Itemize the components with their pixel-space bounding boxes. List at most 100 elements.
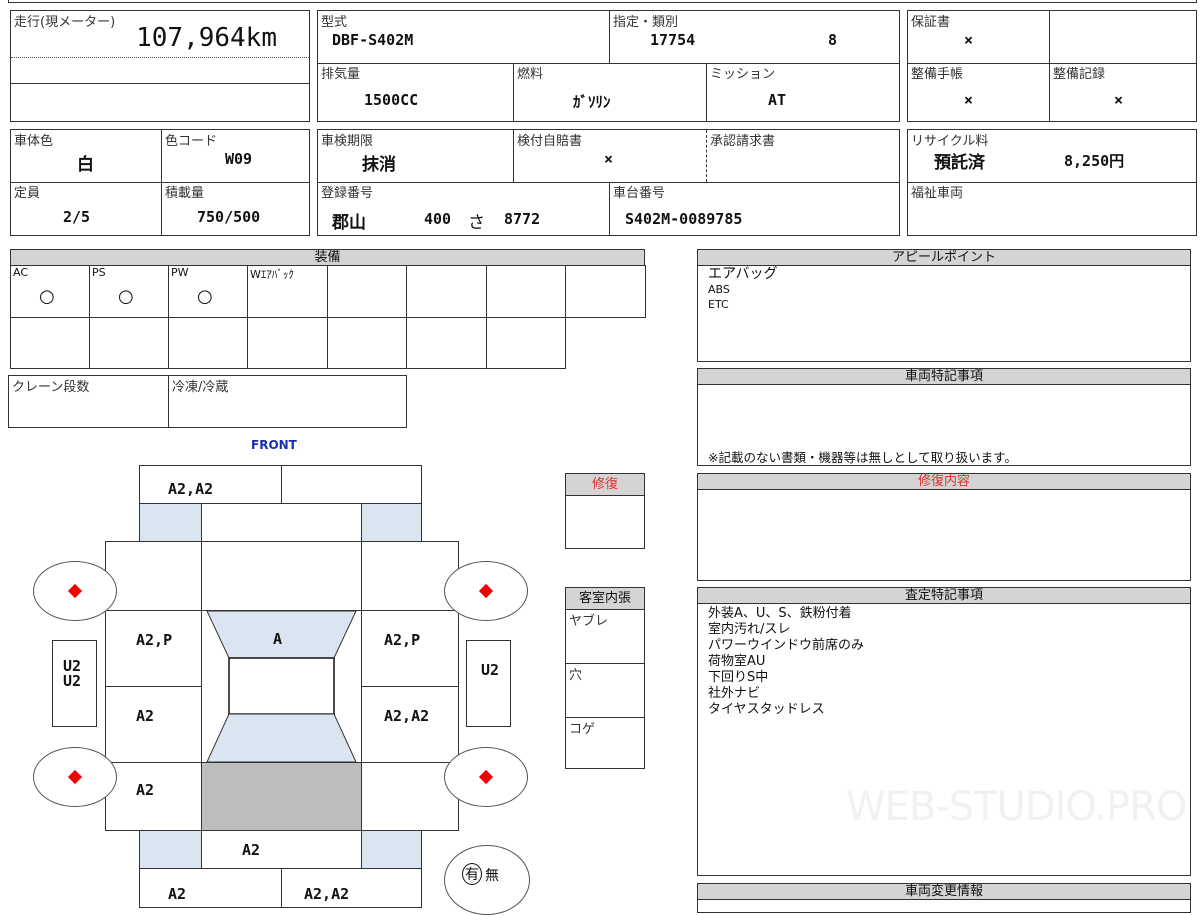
right-step[interactable]: U2 <box>466 640 511 727</box>
inspection-label: 車検期限 <box>321 134 374 149</box>
repair-details: 修復内容 <box>697 473 1191 581</box>
maint-record-value: × <box>1114 91 1124 109</box>
windshield-mark: A <box>273 630 283 648</box>
chassis-label: 車台番号 <box>613 186 666 201</box>
front-left-corner[interactable] <box>139 503 202 542</box>
equipment-cell: Wｴｱﾊﾞｯｸ <box>247 265 328 318</box>
repair-header: 修復 <box>566 474 644 496</box>
warranty-value: × <box>964 31 974 49</box>
assessment-header: 査定特記事項 <box>698 588 1190 604</box>
crane-fridge-box: クレーン段数 冷凍/冷蔵 <box>8 375 407 428</box>
interior-header: 客室内張 <box>566 588 644 610</box>
spare-tire-indicator: 有 無 <box>444 845 530 915</box>
mileage-value: 107,964km <box>136 23 277 53</box>
repair-box: 修復 <box>565 473 645 549</box>
load-label: 積載量 <box>165 186 205 201</box>
hood[interactable] <box>201 541 362 611</box>
registration-class: 400 <box>424 210 452 228</box>
equipment-cell <box>247 317 328 369</box>
assessment-line: 下回りS中 <box>708 670 769 685</box>
color-label: 車体色 <box>14 134 54 149</box>
rear-bumper-left[interactable]: A2 <box>139 868 282 908</box>
approval-label: 承認請求書 <box>710 134 776 149</box>
left-front-door[interactable]: A2,P <box>105 610 202 687</box>
interior-tear: ヤブレ <box>569 614 609 629</box>
load-value: 750/500 <box>197 208 261 226</box>
documents-box: 保証書 × 整備手帳 × 整備記録 × <box>907 10 1197 122</box>
recycle-status: 預託済 <box>934 153 985 173</box>
equipment-label: AC <box>13 266 29 279</box>
equipment-cell: PS ○ <box>89 265 169 318</box>
right-front-door[interactable]: A2,P <box>361 610 459 687</box>
rear-panel[interactable]: A2 <box>201 830 362 869</box>
assessment-line: パワーウインドウ前席のみ <box>708 638 865 653</box>
wheel-marker-icon <box>67 583 83 599</box>
spare-no: 無 <box>485 868 499 884</box>
spare-yes: 有 <box>462 863 482 885</box>
color-capacity-box: 車体色 白 色コード W09 定員 2/5 積載量 750/500 <box>10 129 310 236</box>
equipment-cell <box>168 317 248 369</box>
wheel-front-left[interactable] <box>33 561 117 621</box>
designation-value-2: 8 <box>828 31 838 49</box>
insurance-value: × <box>604 150 614 168</box>
front-bumper-right[interactable] <box>281 465 422 504</box>
interior-hole: 穴 <box>569 668 583 683</box>
designation-value-1: 17754 <box>650 31 696 49</box>
designation-label: 指定・類別 <box>613 15 679 30</box>
left-step[interactable]: U2 U2 <box>52 640 97 727</box>
equipment-value: ○ <box>39 286 55 307</box>
left-quarter[interactable]: A2 <box>105 762 202 831</box>
front-bumper-left[interactable]: A2,A2 <box>139 465 282 504</box>
assessment-line: 社外ナビ <box>708 686 761 701</box>
registration-kana: さ <box>468 213 485 233</box>
model-label: 型式 <box>321 15 348 30</box>
recycle-amount: 8,250円 <box>1064 152 1125 170</box>
assessment-line: 室内汚れ/スレ <box>708 622 791 637</box>
interior-box: 客室内張 ヤブレ 穴 コゲ <box>565 587 645 769</box>
equipment-cell <box>89 317 169 369</box>
capacity-label: 定員 <box>14 186 41 201</box>
model-value: DBF-S402M <box>332 31 414 49</box>
change-info: 車両変更情報 <box>697 883 1191 913</box>
fuel-label: 燃料 <box>517 67 544 82</box>
fridge-label: 冷凍/冷蔵 <box>172 380 229 395</box>
recycle-label: リサイクル料 <box>911 134 989 149</box>
chassis-value: S402M-0089785 <box>625 210 743 228</box>
equipment-value: ○ <box>118 286 134 307</box>
rear-bumper-right[interactable]: A2,A2 <box>281 868 422 908</box>
equipment-label: PW <box>171 266 189 279</box>
wheel-rear-right[interactable] <box>444 747 528 807</box>
warranty-label: 保証書 <box>911 15 951 30</box>
color-value: 白 <box>77 155 94 175</box>
vehicle-notes: 車両特記事項 ※記載のない書類・機器等は無しとして取り扱います。 <box>697 368 1191 466</box>
equipment-cell <box>327 265 407 318</box>
crane-label: クレーン段数 <box>12 380 90 395</box>
equipment-label: PS <box>92 266 106 279</box>
transmission-label: ミッション <box>710 67 776 82</box>
wheel-front-right[interactable] <box>444 561 528 621</box>
rear-right-corner[interactable] <box>361 830 422 869</box>
right-front-fender[interactable] <box>361 541 459 611</box>
equipment-table: 装備 AC ○ PS ○ PW ○ Wｴｱﾊﾞｯｸ <box>10 249 646 369</box>
equipment-cell: AC ○ <box>10 265 90 318</box>
wheel-rear-left[interactable] <box>33 747 117 807</box>
left-rear-door[interactable]: A2 <box>105 686 202 763</box>
vehicle-notes-header: 車両特記事項 <box>698 369 1190 385</box>
registration-box: 車検期限 抹消 検付自賠書 × 承認請求書 登録番号 郡山 400 さ 8772… <box>317 129 900 236</box>
right-rear-door[interactable]: A2,A2 <box>361 686 459 763</box>
maint-book-value: × <box>964 91 974 109</box>
registration-region: 郡山 <box>332 213 366 233</box>
assessment-line: 外装A、U、S、鉄粉付着 <box>708 606 852 621</box>
maint-record-label: 整備記録 <box>1053 67 1106 82</box>
insurance-label: 検付自賠書 <box>517 134 583 149</box>
appeal-header: アピールポイント <box>698 250 1190 266</box>
left-front-fender[interactable] <box>105 541 202 611</box>
front-right-corner[interactable] <box>361 503 422 542</box>
mileage-box: 走行(現メーター) 107,964km <box>10 10 310 122</box>
interior-burn: コゲ <box>569 722 596 737</box>
trunk[interactable] <box>201 762 362 831</box>
rear-left-corner[interactable] <box>139 830 202 869</box>
front-panel[interactable] <box>201 503 362 542</box>
vehicle-spec-box: 型式 DBF-S402M 指定・類別 17754 8 排気量 1500CC 燃料… <box>317 10 900 122</box>
appeal-points: アピールポイント エアバッグ ABS ETC <box>697 249 1191 362</box>
